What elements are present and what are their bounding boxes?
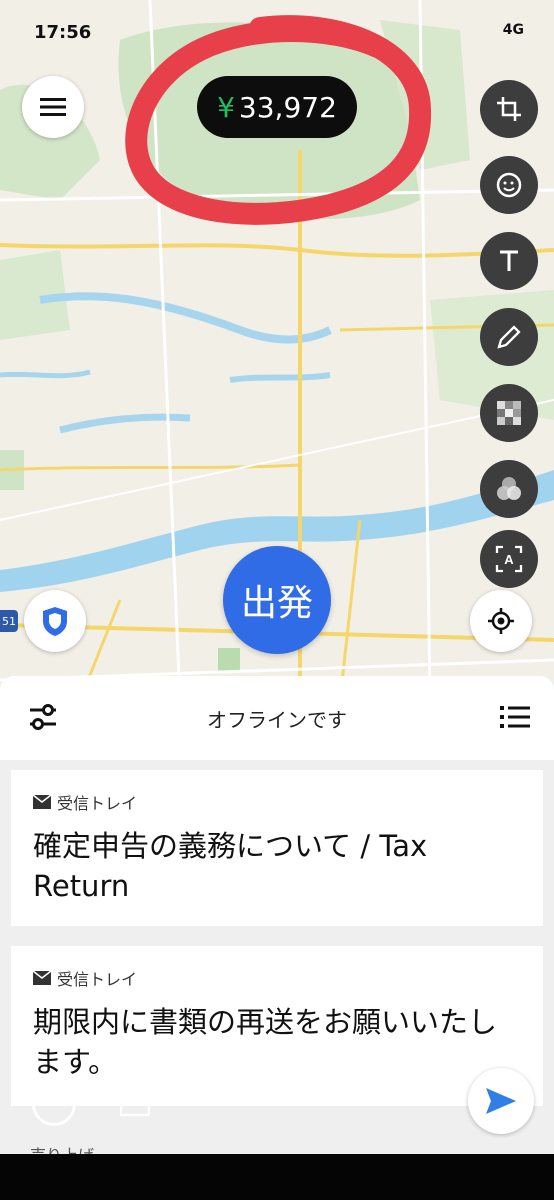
currency-symbol: ¥: [217, 90, 235, 124]
mosaic-icon: [497, 401, 521, 425]
status-bar: 17:56 4G: [0, 18, 554, 48]
panel-status-title: オフラインです: [207, 707, 347, 732]
earnings-amount: 33,972: [238, 90, 337, 124]
card-source-label: 受信トレイ: [57, 794, 138, 813]
list-button[interactable]: [500, 704, 530, 734]
go-button-label: 出発: [240, 583, 313, 624]
menu-button[interactable]: [22, 76, 84, 138]
download-button[interactable]: [118, 1082, 152, 1122]
send-icon: [486, 1088, 516, 1114]
card-source: 受信トレイ: [33, 790, 521, 814]
sticker-icon: [496, 172, 522, 198]
crop-icon: [497, 97, 521, 121]
download-icon: [119, 1084, 151, 1117]
pencil-icon: [497, 325, 521, 349]
route-marker: 51: [0, 610, 18, 632]
card-source: 受信トレイ: [33, 966, 521, 990]
mosaic-button[interactable]: [480, 384, 538, 442]
menu-icon: [40, 98, 66, 116]
panel-header: オフラインです: [0, 676, 554, 760]
go-online-button[interactable]: 出発: [223, 546, 331, 654]
sticker-button[interactable]: [480, 156, 538, 214]
recenter-button[interactable]: [470, 590, 532, 652]
mail-icon: [33, 971, 51, 985]
status-time: 17:56: [34, 22, 92, 43]
bottom-toolbar: [0, 1068, 554, 1138]
svg-text:A: A: [504, 552, 514, 567]
filter-effect-button[interactable]: [480, 460, 538, 518]
crosshair-icon: [488, 608, 514, 634]
text-icon: [500, 250, 518, 271]
inbox-card[interactable]: 受信トレイ 確定申告の義務について / Tax Return: [11, 770, 543, 926]
preferences-button[interactable]: [28, 702, 58, 736]
card-message: 確定申告の義務について / Tax Return: [33, 829, 428, 903]
shield-icon: [43, 607, 67, 636]
mail-icon: [33, 795, 51, 809]
crop-button[interactable]: [480, 80, 538, 138]
route-number: 51: [2, 614, 16, 628]
safety-button[interactable]: [24, 590, 86, 652]
status-network: 4G: [502, 22, 524, 38]
overlap-circles-icon: [497, 477, 521, 500]
sliders-icon: [30, 704, 56, 730]
card-source-label: 受信トレイ: [57, 970, 138, 989]
shutter-button[interactable]: [32, 1082, 76, 1126]
ocr-icon: A: [495, 545, 523, 573]
earnings-pill[interactable]: ¥ 33,972: [197, 76, 357, 138]
text-recognition-button[interactable]: A: [480, 530, 538, 588]
bottom-bar: [0, 1154, 554, 1200]
draw-button[interactable]: [480, 308, 538, 366]
list-icon: [500, 706, 530, 728]
text-tool-button[interactable]: [480, 232, 538, 290]
send-button[interactable]: [468, 1068, 534, 1134]
